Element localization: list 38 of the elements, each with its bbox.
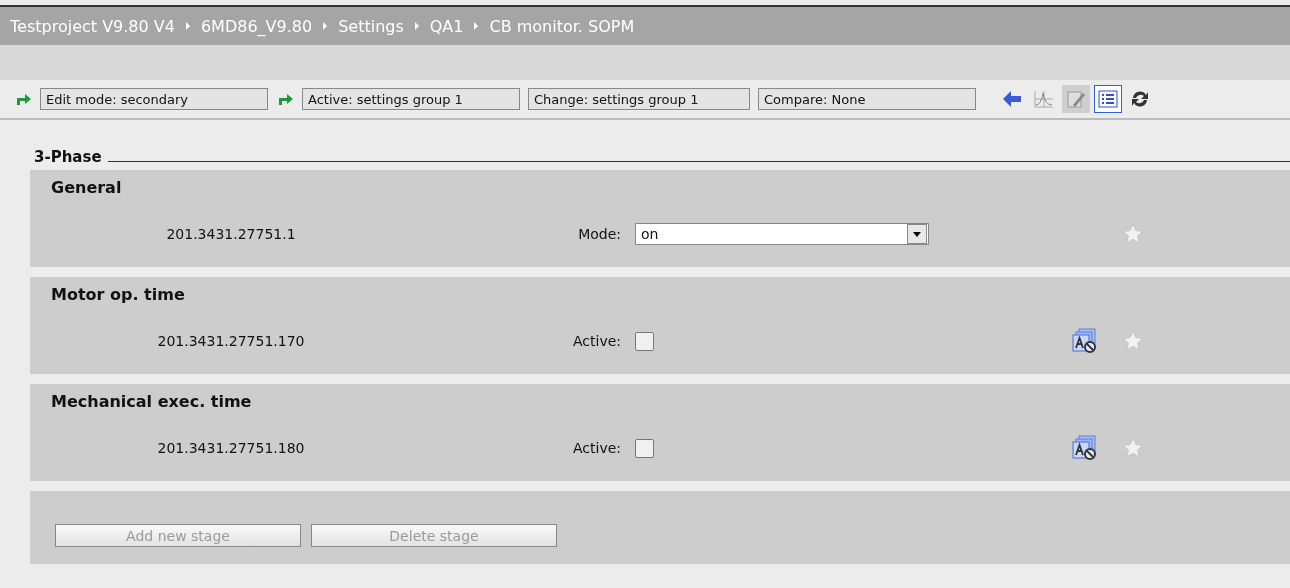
list-button[interactable] bbox=[1094, 85, 1122, 113]
section-title: Mechanical exec. time bbox=[51, 392, 253, 411]
chevron-icon bbox=[413, 21, 420, 31]
text-blocked-icon[interactable] bbox=[1072, 435, 1098, 461]
status-field: Edit mode: secondary bbox=[40, 88, 268, 110]
parameter-label: Active: bbox=[571, 333, 621, 349]
section-title: General bbox=[51, 178, 123, 197]
text-blocked-icon[interactable] bbox=[1072, 328, 1098, 354]
chevron-icon bbox=[473, 21, 480, 31]
breadcrumb-item[interactable]: Settings bbox=[338, 16, 404, 36]
caret-icon bbox=[913, 231, 921, 237]
parameter-id: 201.3431.27751.170 bbox=[156, 333, 306, 349]
breadcrumb-item[interactable]: QA1 bbox=[429, 16, 464, 36]
breadcrumb-item[interactable]: CB monitor. SOPM bbox=[489, 16, 635, 36]
parameter-label: Active: bbox=[571, 440, 621, 456]
back-arrow-icon bbox=[1001, 89, 1023, 109]
chevron-icon bbox=[322, 21, 329, 31]
list-icon bbox=[1097, 89, 1119, 109]
group-title: 3-Phase bbox=[34, 148, 102, 166]
star-icon[interactable] bbox=[1121, 329, 1145, 353]
star-icon[interactable] bbox=[1121, 222, 1145, 246]
breadcrumb-item[interactable]: Testproject V9.80 V4 bbox=[10, 16, 175, 36]
chevron-icon bbox=[184, 21, 191, 31]
status-field: Change: settings group 1 bbox=[528, 88, 750, 110]
parameter-label: Mode: bbox=[577, 226, 621, 242]
curve-chart-icon bbox=[1033, 89, 1055, 109]
section-title: Motor op. time bbox=[51, 285, 186, 304]
checkbox[interactable] bbox=[635, 438, 654, 458]
edit-icon bbox=[1065, 89, 1087, 109]
star-icon[interactable] bbox=[1121, 436, 1145, 460]
mode-dropdown[interactable]: on bbox=[635, 223, 929, 245]
parameter-id: 201.3431.27751.1 bbox=[165, 226, 297, 242]
breadcrumb-item[interactable]: 6MD86_V9.80 bbox=[200, 16, 313, 36]
status-field: Compare: None bbox=[758, 88, 976, 110]
status-field: Active: settings group 1 bbox=[302, 88, 520, 110]
parameter-id: 201.3431.27751.180 bbox=[156, 440, 306, 456]
checkbox[interactable] bbox=[635, 331, 654, 351]
refresh-icon bbox=[1129, 89, 1151, 109]
